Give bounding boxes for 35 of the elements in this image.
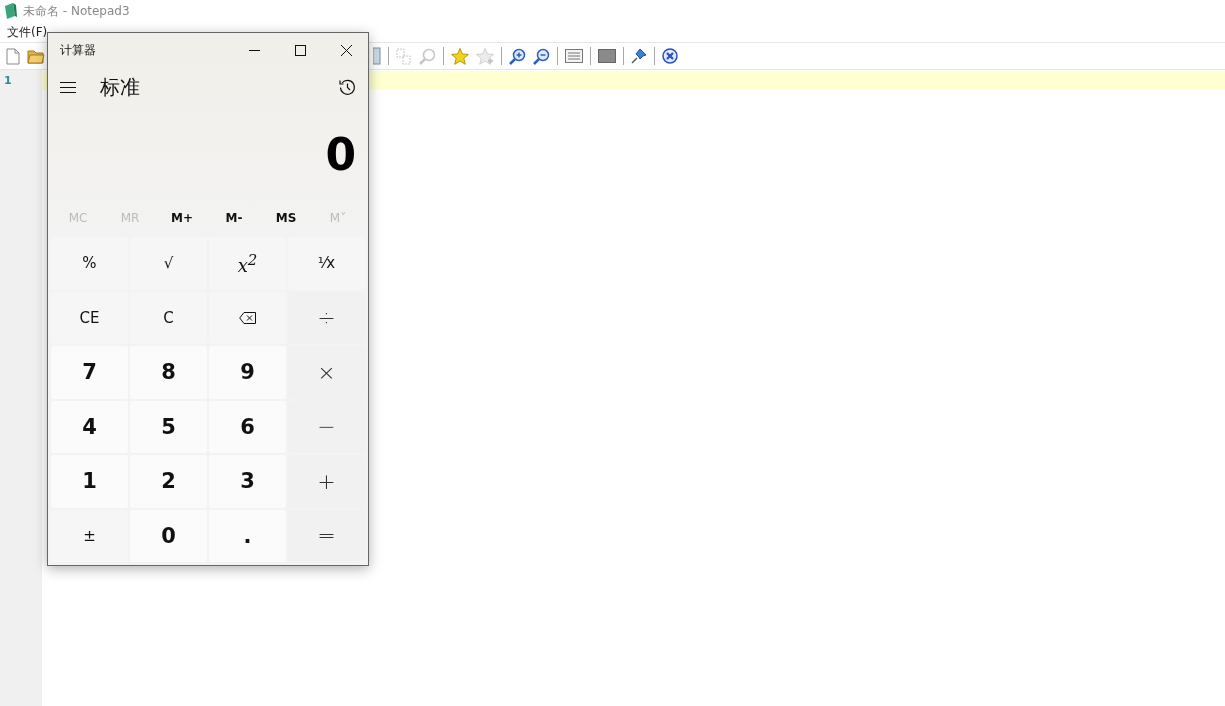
calculator-key[interactable]: 6 xyxy=(209,400,286,453)
memory-button[interactable]: MS xyxy=(260,201,312,235)
history-icon[interactable] xyxy=(339,78,356,96)
mode-title: 标准 xyxy=(100,73,140,101)
calculator-key[interactable]: 5 xyxy=(130,400,207,453)
calculator-key[interactable]: 3 xyxy=(209,455,286,508)
calculator-key[interactable]: . xyxy=(209,509,286,562)
zoom-out-icon[interactable] xyxy=(533,47,550,65)
menu-icon[interactable] xyxy=(60,81,76,93)
new-file-icon[interactable] xyxy=(6,47,20,65)
close-circle-icon[interactable] xyxy=(662,48,678,64)
list-window-icon[interactable] xyxy=(565,49,583,63)
window-title: 未命名 - Notepad3 xyxy=(23,2,130,20)
close-icon[interactable] xyxy=(341,44,352,56)
calculator-key[interactable]: 1 xyxy=(51,455,128,508)
calculator-title: 计算器 xyxy=(60,41,96,59)
zoom-in-icon[interactable] xyxy=(509,47,526,65)
menu-item[interactable]: 文件(F) xyxy=(7,23,48,41)
calculator-key[interactable]: 8 xyxy=(130,346,207,399)
memory-button[interactable]: M- xyxy=(208,201,260,235)
pin-icon[interactable] xyxy=(631,48,647,64)
backspace-icon xyxy=(239,311,256,324)
calculator-key[interactable]: 2 xyxy=(130,455,207,508)
calculator-key[interactable]: 0 xyxy=(130,509,207,562)
calculator-key[interactable]: 9 xyxy=(209,346,286,399)
memory-button[interactable]: M+ xyxy=(156,201,208,235)
maximize-icon[interactable] xyxy=(295,44,306,56)
line-number: 1 xyxy=(3,73,13,89)
calculator-key[interactable]: 7 xyxy=(51,346,128,399)
folder-icon[interactable] xyxy=(27,48,45,64)
star-add-icon[interactable] xyxy=(476,47,494,65)
display-value: 0 xyxy=(325,128,356,180)
star-icon[interactable] xyxy=(451,47,469,65)
calculator-key[interactable]: 4 xyxy=(51,400,128,453)
app-icon xyxy=(3,3,17,19)
